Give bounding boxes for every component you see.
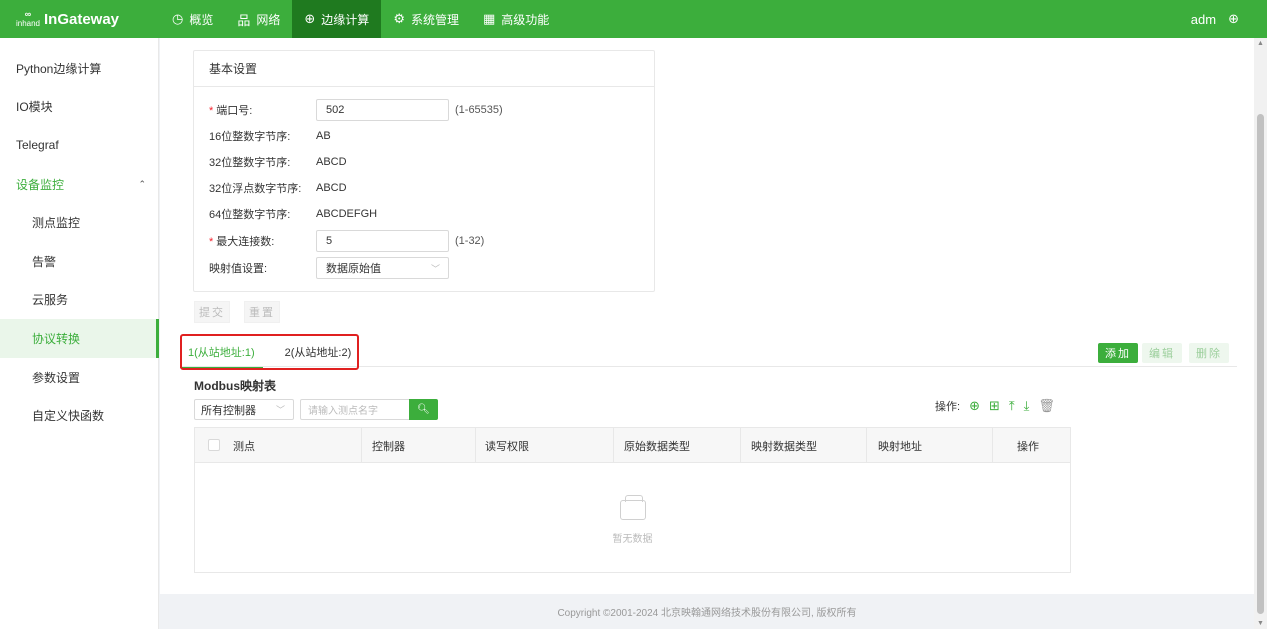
globe-icon[interactable]: ⊕ [1228,11,1239,27]
logo[interactable]: ∞ inhand InGateway [0,0,160,38]
col-mapped-addr: 映射地址 [878,440,922,453]
sidebar-item-point-monitor[interactable]: 测点监控 [0,203,158,242]
sidebar-item-device-monitor[interactable]: 设备监控 ⌃ [0,165,158,204]
network-icon: 品 [237,12,251,28]
highlight-box [180,334,359,370]
brand-name: InGateway [44,10,120,28]
sidebar-item-python[interactable]: Python边缘计算 [0,49,158,88]
maxconn-range: (1-32) [455,235,485,247]
sidebar-item-io[interactable]: IO模块 [0,88,158,127]
col-mapped-type: 映射数据类型 [751,440,817,453]
chevron-down-icon: ﹀ [275,405,285,415]
col-controller: 控制器 [372,440,405,453]
sidebar-item-alarm[interactable]: 告警 [0,242,158,281]
add-circle-icon[interactable]: ⊕ [969,398,980,414]
col-actions: 操作 [1017,440,1039,453]
port-range: (1-65535) [455,104,503,116]
mapping-row: 映射值设置: 数据原始值 ﹀ [209,256,449,280]
table-header: 测点 控制器 读写权限 原始数据类型 映射数据类型 映射地址 操作 [195,428,1070,463]
maxconn-input[interactable]: 5 [316,230,449,252]
mapping-select[interactable]: 数据原始值 ﹀ [316,257,449,279]
submit-button[interactable]: 提交 [194,301,230,323]
point-search-input[interactable]: 请输入测点名字 [300,399,410,420]
scroll-up-icon[interactable]: ▲ [1257,40,1264,47]
byte16-row: 16位整数字节序: AB [209,130,331,143]
basic-settings-card: 基本设置 * 端口号: 502 (1-65535) 16位整数字节序: AB 32… [193,50,655,292]
search-button[interactable]: 🔍︎ [409,399,438,420]
table-title: Modbus映射表 [194,379,276,393]
search-icon: 🔍︎ [417,404,430,415]
edit-button[interactable]: 编辑 [1142,343,1182,363]
port-row: * 端口号: 502 (1-65535) [209,98,503,122]
sidebar-item-custom-func[interactable]: 自定义快函数 [0,396,158,435]
select-all-checkbox[interactable] [208,439,220,451]
chevron-up-icon: ⌃ [138,178,146,189]
sidebar-item-telegraf[interactable]: Telegraf [0,126,158,165]
col-raw-type: 原始数据类型 [624,440,690,453]
delete-button[interactable]: 删除 [1189,343,1229,363]
grid-icon: ▦ [482,11,496,26]
scroll-down-icon[interactable]: ▼ [1257,620,1264,627]
footer: Copyright ©2001-2024 北京映翰通网络技术股份有限公司, 版权… [160,594,1254,629]
reset-button[interactable]: 重置 [244,301,280,323]
table-ops: 操作: ⊕ ⊞ ⤒ ⤓ 🗑︎ [935,398,1055,414]
top-bar: ∞ inhand InGateway ◷ 概览 品网络 ⊕ 边缘计算 ⚙ 系统管理 ▦ 高… [0,0,1267,38]
byte64-value: ABCDEFGH [316,208,378,220]
maxconn-row: * 最大连接数: 5 (1-32) [209,229,484,253]
add-button[interactable]: 添加 [1098,343,1138,363]
upload-icon[interactable]: ⤒ [1009,398,1015,414]
float32-value: ABCD [316,182,347,194]
scrollbar-thumb[interactable] [1257,114,1264,614]
sidebar-item-protocol[interactable]: 协议转换 [0,319,159,358]
main-nav: ◷ 概览 品网络 ⊕ 边缘计算 ⚙ 系统管理 ▦ 高级功能 [160,0,561,38]
scrollbar[interactable]: ▲ ▼ [1254,38,1267,629]
nav-overview[interactable]: ◷ 概览 [160,0,225,38]
port-input[interactable]: 502 [316,99,449,121]
byte64-row: 64位整数字节序: ABCDEFGH [209,208,378,221]
col-rw: 读写权限 [485,440,529,453]
controller-filter-select[interactable]: 所有控制器 ﹀ [194,399,294,420]
nav-system-management[interactable]: ⚙ 系统管理 [381,0,471,38]
logo-icon: ∞ inhand [15,9,41,29]
empty-state: 暂无数据 [195,463,1070,573]
mapping-table: 测点 控制器 读写权限 原始数据类型 映射数据类型 映射地址 操作 暂无数据 [194,427,1071,573]
nav-edge-computing[interactable]: ⊕ 边缘计算 [292,0,382,38]
float32-row: 32位浮点数字节序: ABCD [209,182,347,195]
col-point: 测点 [233,440,255,453]
main-content: 基本设置 * 端口号: 502 (1-65535) 16位整数字节序: AB 32… [160,38,1254,594]
user-area: adm ⊕ [1191,0,1239,38]
gear-icon: ⚙ [393,11,405,26]
sidebar-item-params[interactable]: 参数设置 [0,358,158,397]
sidebar-item-cloud[interactable]: 云服务 [0,281,158,320]
download-icon[interactable]: ⤓ [1024,398,1030,414]
nav-advanced[interactable]: ▦ 高级功能 [471,0,561,38]
folder-add-icon[interactable]: ⊞ [989,398,1000,414]
dashboard-icon: ◷ [172,11,184,26]
edge-icon: ⊕ [304,11,316,26]
nav-network[interactable]: 品网络 [225,0,292,38]
chevron-down-icon: ﹀ [430,263,440,274]
card-title: 基本设置 [194,51,654,87]
empty-inbox-icon [619,494,646,520]
byte32-value: ABCD [316,156,347,168]
trash-icon[interactable]: 🗑︎ [1038,398,1055,414]
empty-text: 暂无数据 [612,533,653,545]
sidebar: Python边缘计算 IO模块 Telegraf 设备监控 ⌃ 测点监控 告警 云… [0,38,159,629]
byte16-value: AB [316,130,331,142]
user-menu[interactable]: adm [1191,12,1216,27]
byte32-row: 32位整数字节序: ABCD [209,156,347,169]
